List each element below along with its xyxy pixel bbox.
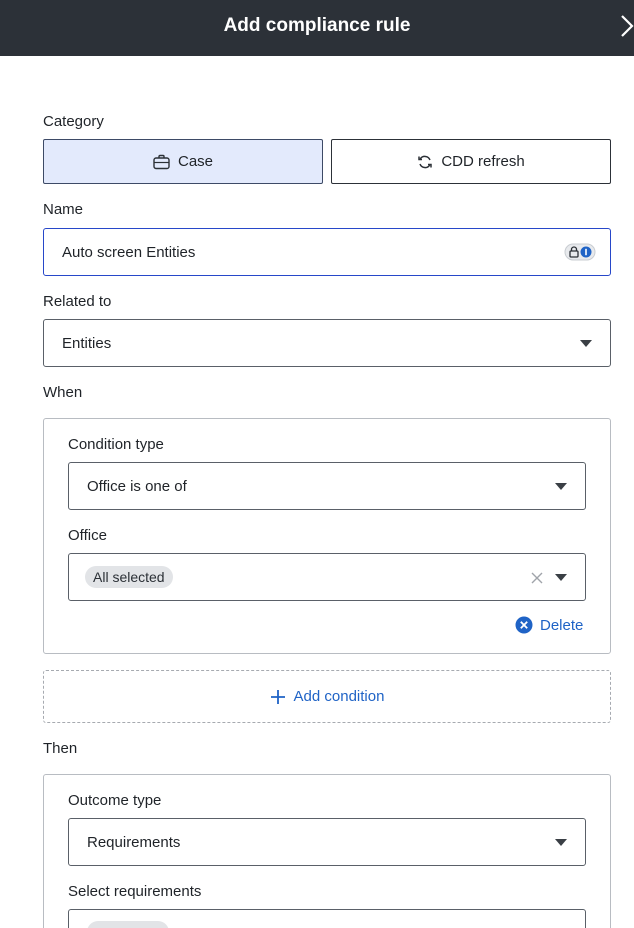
outcome-type-label: Outcome type	[68, 792, 162, 809]
office-select[interactable]: All selected	[68, 553, 586, 601]
add-condition-label: Add condition	[293, 688, 385, 705]
related-to-label: Related to	[43, 293, 112, 310]
outcome-type-value: Requirements	[87, 833, 181, 851]
then-label: Then	[43, 740, 78, 757]
chevron-down-icon	[555, 574, 567, 581]
office-chip[interactable]: All selected	[85, 566, 173, 588]
category-case-button[interactable]: Case	[43, 139, 323, 184]
requirement-chip[interactable]	[87, 921, 169, 928]
condition-type-select[interactable]: Office is one of	[68, 462, 586, 510]
refresh-icon	[417, 154, 433, 170]
outcome-type-select[interactable]: Requirements	[68, 818, 586, 866]
related-to-value: Entities	[62, 334, 112, 352]
related-to-select[interactable]: Entities	[43, 319, 611, 367]
select-requirements-select[interactable]	[68, 909, 586, 928]
office-label: Office	[68, 527, 107, 544]
delete-condition-button[interactable]: Delete	[515, 616, 583, 634]
select-requirements-label: Select requirements	[68, 883, 202, 900]
plus-icon	[270, 689, 286, 705]
category-cdd-refresh-label: CDD refresh	[441, 153, 525, 170]
name-label: Name	[43, 201, 84, 218]
name-input[interactable]: Auto screen Entities	[43, 228, 611, 276]
category-cdd-refresh-button[interactable]: CDD refresh	[331, 139, 611, 184]
when-label: When	[43, 384, 83, 401]
chevron-down-icon	[580, 340, 592, 347]
password-manager-icon[interactable]	[564, 243, 596, 265]
category-case-label: Case	[177, 153, 214, 170]
clear-icon[interactable]	[531, 571, 543, 588]
chevron-down-icon	[555, 483, 567, 490]
name-input-value: Auto screen Entities	[62, 243, 196, 261]
dialog-header: Add compliance rule	[0, 0, 634, 56]
category-label: Category	[43, 113, 104, 130]
briefcase-icon	[153, 154, 170, 170]
delete-label: Delete	[540, 616, 584, 634]
condition-type-value: Office is one of	[87, 477, 187, 495]
dialog-title: Add compliance rule	[223, 15, 411, 36]
chevron-down-icon	[555, 839, 567, 846]
delete-icon	[515, 616, 533, 634]
condition-type-label: Condition type	[68, 436, 164, 453]
add-condition-button[interactable]: Add condition	[43, 670, 611, 723]
close-icon[interactable]	[620, 12, 634, 40]
